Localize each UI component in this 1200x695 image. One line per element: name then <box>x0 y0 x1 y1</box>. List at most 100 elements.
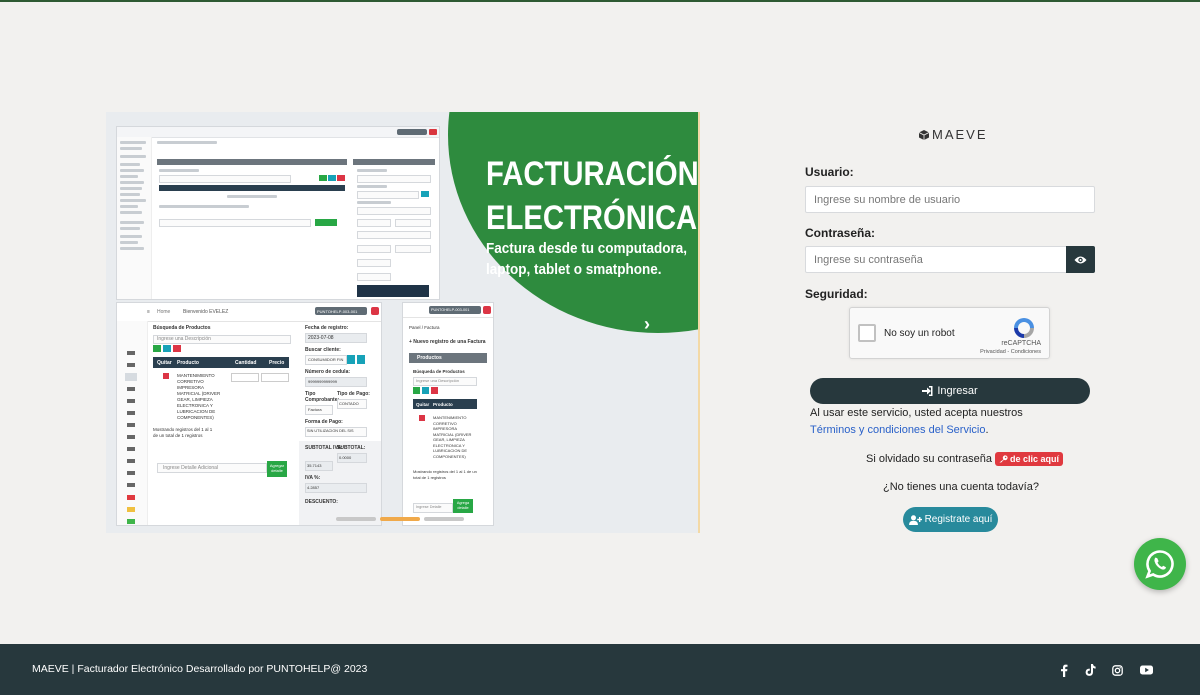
terms-link[interactable]: Términos y condiciones del Servicio <box>810 424 985 436</box>
recaptcha-logo-icon <box>1014 318 1034 338</box>
mock-forma-label: Forma de Pago: <box>305 419 343 425</box>
mock-tablet-products: Productos <box>417 355 442 361</box>
top-accent-line <box>0 0 1200 2</box>
chevron-right-icon: › <box>644 314 650 334</box>
mock-tipo-label: Tipo Comprobante: <box>305 391 340 403</box>
promo-carousel[interactable]: FACTURACIÓN ELECTRÓNICA Factura desde tu… <box>106 112 700 533</box>
mock-tipo-value: Factura <box>308 407 322 412</box>
carousel-dot-2[interactable] <box>380 517 420 521</box>
mock-showing: Mostrando registros del 1 al 1 de un tot… <box>153 427 213 438</box>
recaptcha-checkbox[interactable] <box>858 324 876 342</box>
mock-section: Búsqueda de Productos <box>153 325 211 331</box>
footer-credits: MAEVE | Facturador Electrónico Desarroll… <box>32 663 368 675</box>
mock-tablet-showing: Mostrando registros del 1 al 1 de un tot… <box>413 469 477 480</box>
username-input[interactable] <box>806 187 1094 212</box>
mock-home: Home <box>157 309 171 315</box>
youtube-icon <box>1139 665 1153 675</box>
mock-welcome: Bienvenido EVELEZ <box>183 309 229 315</box>
toggle-password-button[interactable] <box>1066 246 1095 273</box>
mock-fecha-label: Fecha de registro: <box>305 325 349 331</box>
mock-col-precio: Precio <box>269 360 285 366</box>
youtube-link[interactable] <box>1139 663 1153 677</box>
no-account-text: ¿No tienes una cuenta todavía? <box>883 481 1039 493</box>
cube-icon <box>919 129 929 140</box>
recaptcha-widget: No soy un robot reCAPTCHA Privacidad - C… <box>849 307 1050 359</box>
mock-tablet-new: + Nuevo registro de una Factura <box>409 339 486 345</box>
mock-col-cantidad: Cantidad <box>235 360 257 366</box>
recaptcha-links[interactable]: Privacidad - Condiciones <box>980 349 1041 355</box>
mock-buscar-value: CONSUMIDOR FIN <box>308 357 344 362</box>
mock-buscar-label: Buscar cliente: <box>305 347 341 353</box>
mock-subtotal-value: 0.0000 <box>339 455 352 460</box>
forgot-password-text: Si olvidado su contraseña <box>866 453 992 465</box>
carousel-dot-1[interactable] <box>336 517 376 521</box>
mock-search: Ingrese una Descripción <box>157 336 211 342</box>
recaptcha-brand: reCAPTCHA <box>1001 340 1041 347</box>
instagram-link[interactable] <box>1110 663 1124 677</box>
register-button-label: Registrate aquí <box>924 514 993 525</box>
brand-logo: MAEVE <box>919 127 988 142</box>
promo-title: FACTURACIÓN ELECTRÓNICA <box>486 155 699 237</box>
password-label: Contraseña: <box>805 226 876 240</box>
promo-subtitle: Factura desde tu computadora, laptop, ta… <box>486 240 688 278</box>
password-input[interactable] <box>806 247 1066 272</box>
mock-fecha-value: 2023-07-08 <box>308 335 334 341</box>
carousel-dot-3[interactable] <box>424 517 464 521</box>
terms-suffix: . <box>985 424 989 436</box>
forgot-password-link-label: de clic aquí <box>1009 454 1059 464</box>
mock-tablet-breadcrumb: Panel / Factura <box>409 325 440 330</box>
terms-prefix: Al usar este servicio, usted acepta nues… <box>810 407 1023 419</box>
mock-desktop-screen <box>116 126 440 300</box>
key-icon <box>999 455 1008 463</box>
eye-icon <box>1074 256 1087 263</box>
mock-subtotal: SUBTOTAL: <box>337 445 366 451</box>
security-label: Seguridad: <box>805 287 868 301</box>
forgot-password-row: Si olvidado su contraseña de clic aquí <box>866 452 1063 466</box>
mock-tablet-col-producto: Producto <box>433 402 453 407</box>
mock-descuento: DESCUENTO: <box>305 499 338 505</box>
mock-pago-label: Tipo de Pago: <box>337 391 370 397</box>
mock-col-producto: Producto <box>177 360 199 366</box>
mock-col-quitar: Quitar <box>157 360 172 366</box>
mock-product: MANTENIMIENTO CORRETIVO IMPRESORA MATRIC… <box>177 373 221 420</box>
facebook-icon <box>1061 664 1068 677</box>
mock-cedula-label: Número de cedula: <box>305 369 351 375</box>
mock-tablet-badge: PUNTOHELP-003-001 <box>431 308 470 312</box>
mock-tablet-search: Búsqueda de Productos <box>413 369 465 374</box>
mock-add-detail: Agregar detalle <box>269 463 285 473</box>
mock-tablet-add: Agrega detalle <box>456 501 470 510</box>
mock-tablet-product: MANTENIMIENTO CORRETIVO IMPRESORA MATRIC… <box>433 415 472 459</box>
user-plus-icon <box>908 514 922 525</box>
mock-detail: Ingrese Detalle Adicional <box>163 465 219 471</box>
footer: MAEVE | Facturador Electrónico Desarroll… <box>0 644 1200 695</box>
recaptcha-label: No soy un robot <box>884 328 955 339</box>
instagram-icon <box>1111 664 1123 676</box>
mock-badge: PUNTOHELP-003-001 <box>317 309 358 314</box>
username-label: Usuario: <box>805 165 854 179</box>
mock-iva-value: 4.2857 <box>307 485 320 490</box>
mock-tablet-screen: PUNTOHELP-003-001 Panel / Factura + Nuev… <box>402 302 494 526</box>
mock-forma-value: SIN UTILIZACION DEL SIS <box>307 429 354 433</box>
login-button-label: Ingresar <box>937 385 978 397</box>
promo-right-border <box>698 112 700 533</box>
terms-notice: Al usar este servicio, usted acepta nues… <box>810 405 1070 439</box>
forgot-password-link[interactable]: de clic aquí <box>994 452 1063 466</box>
brand-logo-text: MAEVE <box>932 127 988 142</box>
mock-pago-value: CONTADO <box>339 401 359 406</box>
mock-tablet-placeholder: Ingrese una Descripción <box>416 378 460 383</box>
carousel-next-button[interactable]: › <box>644 314 650 335</box>
whatsapp-button[interactable] <box>1134 538 1186 590</box>
mock-cedula-value: 9999999999999 <box>308 379 337 384</box>
tiktok-link[interactable] <box>1083 663 1097 677</box>
mock-tablet-col-quitar: Quitar <box>416 402 430 407</box>
mock-iva: IVA %: <box>305 475 321 481</box>
mock-mobile-screen: ≡ Home Bienvenido EVELEZ Búsqueda de Pro… <box>116 302 382 526</box>
sign-in-icon <box>922 386 933 396</box>
facebook-link[interactable] <box>1057 663 1071 677</box>
mock-subtotal-iva-value: 35.7143 <box>307 463 322 468</box>
tiktok-icon <box>1085 664 1096 676</box>
password-field-wrapper <box>805 246 1067 273</box>
mock-tablet-detail: Ingrese Detalle <box>416 505 442 509</box>
login-button[interactable]: Ingresar <box>810 378 1090 404</box>
register-button[interactable]: Registrate aquí <box>903 507 998 532</box>
